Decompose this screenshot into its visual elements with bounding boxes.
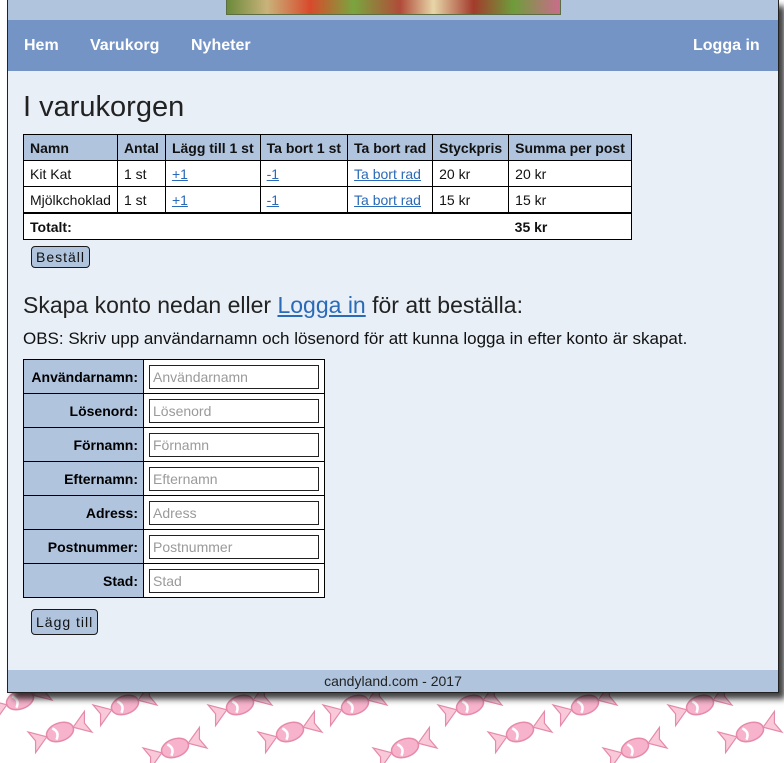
item-qty: 1 st (116, 186, 166, 214)
postcode-cell (143, 529, 325, 564)
city-label: Stad: (23, 563, 144, 598)
item-subtotal: 20 kr (508, 160, 632, 187)
vegetables-banner-image (226, 0, 561, 15)
add-one-link[interactable]: +1 (172, 192, 188, 208)
form-row-username: Användarnamn: (23, 359, 325, 394)
lastname-cell (143, 461, 325, 496)
signup-login-link[interactable]: Logga in (277, 292, 365, 318)
lastname-input[interactable] (149, 466, 319, 491)
remove-one-link[interactable]: -1 (267, 166, 279, 182)
username-label: Användarnamn: (23, 359, 144, 394)
page-container: Hem Varukorg Nyheter Logga in I varukorg… (7, 0, 779, 693)
item-qty: 1 st (116, 160, 166, 187)
username-cell (143, 359, 325, 394)
submit-button[interactable]: Lägg till (31, 609, 99, 635)
signup-form: Användarnamn: Lösenord: Förnamn: Efterna… (23, 359, 325, 598)
item-unit-price: 20 kr (432, 160, 510, 187)
cart-table: Namn Antal Lägg till 1 st Ta bort 1 st T… (22, 134, 632, 240)
add-cell: +1 (164, 186, 261, 214)
footer: candyland.com - 2017 (8, 670, 778, 692)
form-row-postcode: Postnummer: (23, 529, 325, 564)
item-name: Mjölkchoklad (23, 186, 118, 214)
address-label: Adress: (23, 495, 144, 530)
city-cell (143, 563, 325, 598)
banner-strip (8, 0, 778, 20)
item-unit-price: 15 kr (432, 186, 510, 214)
postcode-input[interactable] (149, 534, 319, 559)
signup-note: OBS: Skriv upp användarnamn och lösenord… (23, 329, 688, 348)
signup-heading-text: Skapa konto nedan eller (23, 292, 278, 318)
add-one-link[interactable]: +1 (172, 166, 188, 182)
signup-heading-text-end: för att beställa: (365, 292, 523, 318)
form-row-lastname: Efternamn: (23, 461, 325, 496)
column-header-unit-price: Styckpris (432, 134, 510, 161)
column-header-remove-row: Ta bort rad (347, 134, 434, 161)
firstname-cell (143, 427, 325, 462)
remove-row-link[interactable]: Ta bort rad (354, 192, 421, 208)
form-row-password: Lösenord: (23, 393, 325, 428)
password-input[interactable] (149, 398, 319, 423)
nav-cart[interactable]: Varukorg (90, 37, 159, 55)
city-input[interactable] (149, 568, 319, 593)
signup-heading: Skapa konto nedan eller Logga in för att… (23, 292, 523, 319)
remove-row-cell: Ta bort rad (347, 160, 434, 187)
navbar: Hem Varukorg Nyheter Logga in (8, 20, 778, 71)
cart-header-row: Namn Antal Lägg till 1 st Ta bort 1 st T… (23, 134, 632, 161)
order-button[interactable]: Beställ (31, 246, 91, 268)
add-cell: +1 (164, 160, 261, 187)
password-label: Lösenord: (23, 393, 144, 428)
column-header-add: Lägg till 1 st (164, 134, 261, 161)
password-cell (143, 393, 325, 428)
form-row-address: Adress: (23, 495, 325, 530)
form-row-firstname: Förnamn: (23, 427, 325, 462)
nav-login[interactable]: Logga in (693, 37, 760, 55)
column-header-name: Namn (23, 134, 118, 161)
remove-cell: -1 (259, 186, 349, 214)
cart-total-row: Totalt: 35 kr (22, 212, 632, 240)
cart-row: Mjölkchoklad 1 st +1 -1 Ta bort rad 15 k… (23, 186, 632, 214)
lastname-label: Efternamn: (23, 461, 144, 496)
item-name: Kit Kat (23, 160, 118, 187)
column-header-subtotal: Summa per post (508, 134, 632, 161)
column-header-remove: Ta bort 1 st (259, 134, 349, 161)
nav-home[interactable]: Hem (24, 37, 59, 55)
total-value: 35 kr (508, 212, 632, 240)
cart-title: I varukorgen (23, 91, 185, 123)
firstname-label: Förnamn: (23, 427, 144, 462)
cart-row: Kit Kat 1 st +1 -1 Ta bort rad 20 kr 20 … (23, 160, 632, 187)
address-cell (143, 495, 325, 530)
remove-cell: -1 (259, 160, 349, 187)
username-input[interactable] (149, 364, 319, 389)
item-subtotal: 15 kr (508, 186, 632, 214)
remove-one-link[interactable]: -1 (267, 192, 279, 208)
nav-news[interactable]: Nyheter (191, 37, 251, 55)
remove-row-cell: Ta bort rad (347, 186, 434, 214)
address-input[interactable] (149, 500, 319, 525)
postcode-label: Postnummer: (23, 529, 144, 564)
firstname-input[interactable] (149, 432, 319, 457)
column-header-qty: Antal (116, 134, 166, 161)
total-label: Totalt: (22, 212, 509, 240)
form-row-city: Stad: (23, 563, 325, 598)
remove-row-link[interactable]: Ta bort rad (354, 166, 421, 182)
